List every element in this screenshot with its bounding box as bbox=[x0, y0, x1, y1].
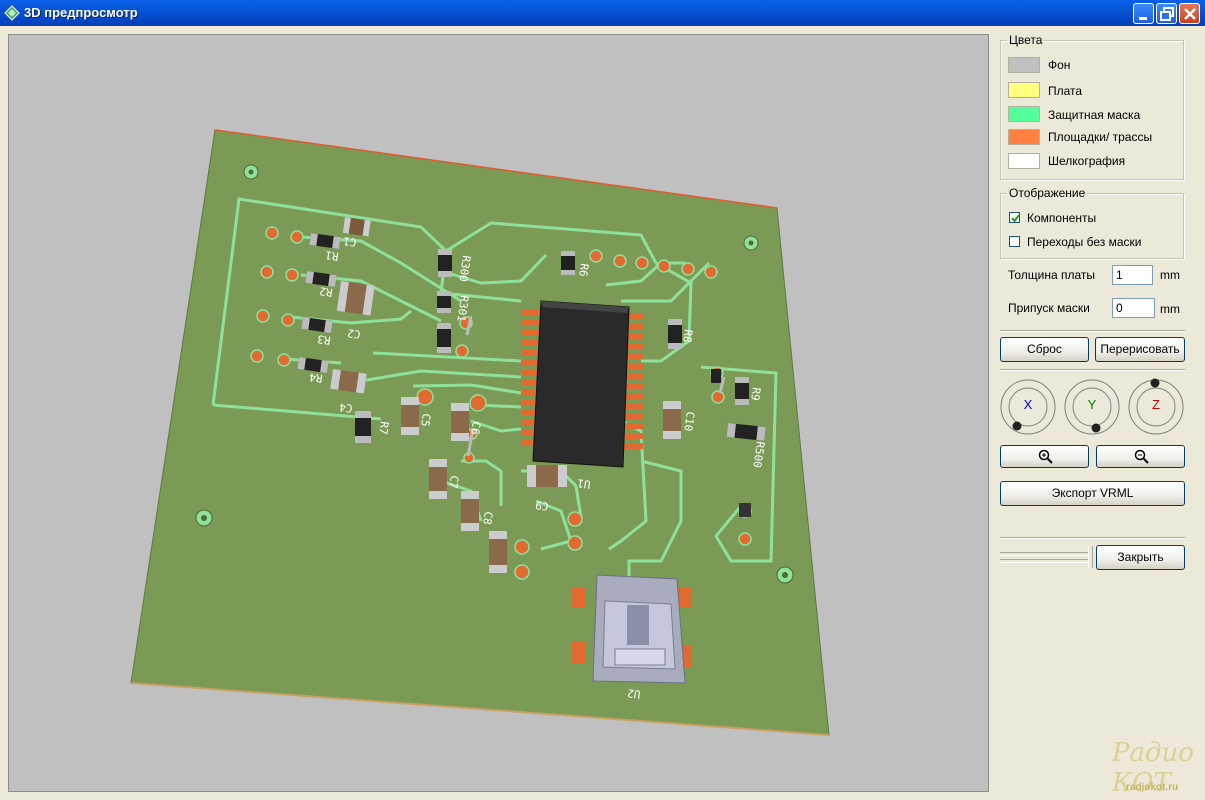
components-label[interactable]: Компоненты bbox=[1027, 211, 1096, 225]
ref-label: R6 bbox=[576, 263, 591, 278]
ref-label: R1 bbox=[324, 248, 339, 263]
ref-label: C1 bbox=[342, 234, 357, 249]
soldermask-color-label: Защитная маска bbox=[1048, 108, 1141, 122]
pcb-3d-render: C1 R1 R2 C2 R3 R4 C4 R7 C5 C6 C7 C8 C9 U… bbox=[130, 129, 830, 736]
export-vrml-button[interactable]: Экспорт VRML bbox=[1000, 481, 1185, 506]
ref-label: R3 bbox=[316, 332, 331, 347]
divider bbox=[1000, 330, 1185, 332]
background-color-label: Фон bbox=[1048, 58, 1071, 72]
zoom-out-icon bbox=[1134, 449, 1149, 464]
colors-group-title: Цвета bbox=[1007, 33, 1045, 47]
ref-label: U1 bbox=[576, 476, 591, 491]
ref-label: C8 bbox=[480, 511, 495, 526]
board-thickness-field[interactable]: 1 bbox=[1112, 265, 1153, 285]
ref-label: R2 bbox=[318, 284, 333, 299]
vias-checkbox[interactable] bbox=[1009, 236, 1020, 247]
minimize-icon bbox=[1139, 17, 1147, 20]
ref-label: C6 bbox=[468, 421, 483, 436]
y-axis-label: Y bbox=[1087, 397, 1097, 412]
reset-button[interactable]: Сброс bbox=[1000, 337, 1089, 362]
slider-track bbox=[1000, 552, 1088, 556]
silkscreen-color-label: Шелкография bbox=[1048, 154, 1126, 168]
redraw-button[interactable]: Перерисовать bbox=[1095, 337, 1185, 362]
ref-label: U2 bbox=[626, 686, 641, 701]
slider-track bbox=[1000, 559, 1088, 563]
components-checkbox[interactable] bbox=[1009, 212, 1020, 223]
ref-label: R8 bbox=[680, 329, 695, 344]
ref-label: C4 bbox=[338, 400, 353, 415]
display-group-title: Отображение bbox=[1007, 186, 1088, 200]
board-color-label: Плата bbox=[1048, 84, 1083, 98]
zoom-out-button[interactable] bbox=[1096, 445, 1185, 468]
watermark-url: radiokot.ru bbox=[1126, 782, 1179, 793]
ref-label: R4 bbox=[308, 370, 323, 385]
ref-label: C5 bbox=[418, 413, 433, 428]
soldermask-color-swatch[interactable] bbox=[1008, 106, 1040, 122]
silkscreen-color-swatch[interactable] bbox=[1008, 153, 1040, 169]
rotate-z-dial[interactable]: Z bbox=[1127, 378, 1185, 436]
divider bbox=[1000, 537, 1185, 539]
restore-button[interactable] bbox=[1156, 3, 1177, 24]
z-axis-label: Z bbox=[1152, 397, 1160, 412]
ref-label: C2 bbox=[346, 326, 361, 341]
window-title: 3D предпросмотр bbox=[24, 5, 138, 20]
zoom-in-button[interactable] bbox=[1000, 445, 1089, 468]
mask-margin-label: Припуск маски bbox=[1008, 301, 1090, 315]
3d-viewport[interactable]: C1 R1 R2 C2 R3 R4 C4 R7 C5 C6 C7 C8 C9 U… bbox=[8, 34, 989, 792]
ref-label: R9 bbox=[748, 387, 763, 402]
mask-margin-field[interactable]: 0 bbox=[1112, 298, 1155, 318]
vias-label[interactable]: Переходы без маски bbox=[1027, 235, 1141, 249]
board-thickness-label: Толщина платы bbox=[1008, 268, 1096, 282]
ref-label: R7 bbox=[376, 421, 391, 436]
background-color-swatch[interactable] bbox=[1008, 57, 1040, 73]
x-axis-label: X bbox=[1023, 397, 1033, 412]
slider-handle[interactable] bbox=[1088, 546, 1093, 568]
app-diamond-icon bbox=[4, 5, 20, 21]
rotate-y-dial[interactable]: Y bbox=[1063, 378, 1121, 436]
checkmark-icon bbox=[1011, 214, 1020, 223]
title-bar: 3D предпросмотр bbox=[0, 0, 1205, 26]
divider bbox=[1000, 369, 1185, 371]
pads-color-swatch[interactable] bbox=[1008, 129, 1040, 145]
display-group: Отображение bbox=[1000, 186, 1184, 259]
ref-label: C10 bbox=[681, 411, 697, 432]
board-thickness-unit: mm bbox=[1160, 268, 1180, 282]
minimize-button[interactable] bbox=[1133, 3, 1154, 24]
restore-icon bbox=[1160, 7, 1174, 21]
close-icon bbox=[1184, 8, 1196, 20]
close-button[interactable]: Закрыть bbox=[1096, 545, 1185, 570]
mask-margin-unit: mm bbox=[1160, 302, 1180, 316]
close-window-button[interactable] bbox=[1179, 3, 1200, 24]
board-color-swatch[interactable] bbox=[1008, 82, 1040, 98]
rotate-x-dial[interactable]: X bbox=[999, 378, 1057, 436]
pads-color-label: Площадки/ трассы bbox=[1048, 130, 1153, 144]
zoom-in-icon bbox=[1038, 449, 1053, 464]
ref-label: C7 bbox=[446, 475, 461, 490]
ref-label: C9 bbox=[534, 498, 549, 513]
